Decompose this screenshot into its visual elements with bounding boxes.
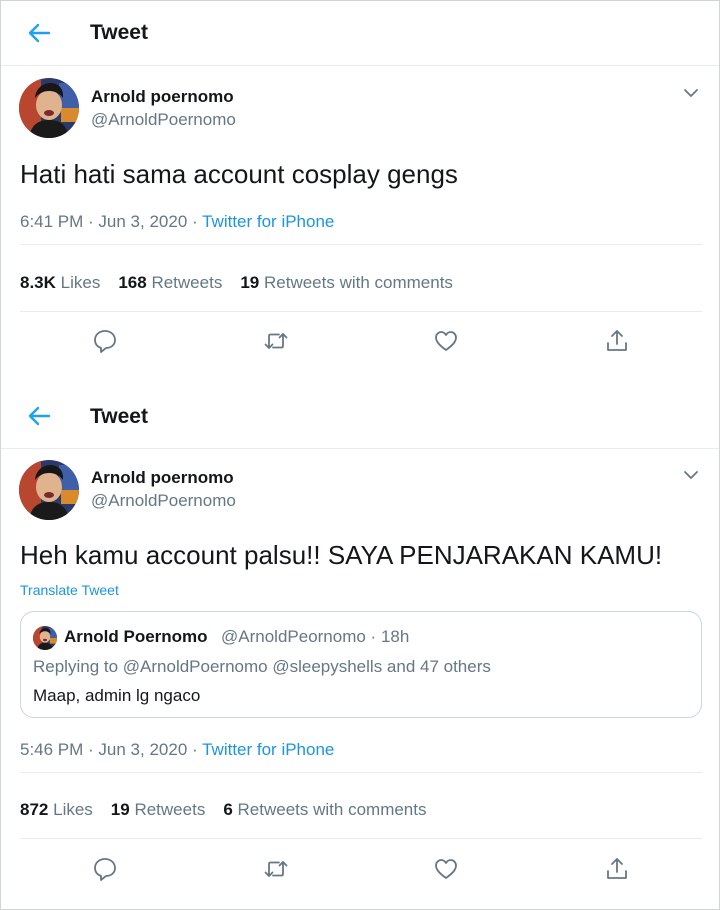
author-name[interactable]: Arnold poernomo xyxy=(91,468,234,488)
likes-label: Likes xyxy=(60,273,101,292)
quoted-author-name: Arnold Poernomo xyxy=(64,627,208,646)
retweets-count: 19 xyxy=(110,800,130,819)
tweet-header: Tweet xyxy=(1,382,719,449)
retweet-icon[interactable] xyxy=(263,856,289,882)
divider xyxy=(20,311,702,312)
tweet-meta: 5:46 PM · Jun 3, 2020 · Twitter for iPho… xyxy=(20,740,335,759)
tweet-time: 5:46 PM xyxy=(20,740,84,759)
back-arrow-icon[interactable] xyxy=(27,23,51,43)
rwc-count: 6 xyxy=(223,800,233,819)
likes-stat[interactable]: 8.3K Likes xyxy=(20,273,100,292)
retweets-with-comments-stat[interactable]: 6 Retweets with comments xyxy=(223,800,426,819)
rwc-label: Retweets with comments xyxy=(237,800,427,819)
retweets-with-comments-stat[interactable]: 19 Retweets with comments xyxy=(240,273,453,292)
screenshot-frame: Tweet Arnold poernomo @ArnoldPoernomo Ha… xyxy=(0,0,720,910)
like-icon[interactable] xyxy=(433,856,459,882)
retweets-stat[interactable]: 168 Retweets xyxy=(118,273,222,292)
divider xyxy=(20,772,702,773)
retweets-label: Retweets xyxy=(151,273,223,292)
author-handle[interactable]: @ArnoldPoernomo xyxy=(91,491,236,511)
quoted-tweet[interactable]: Arnold Poernomo @ArnoldPeornomo · 18h Re… xyxy=(20,611,702,718)
retweets-count: 168 xyxy=(118,273,147,292)
retweets-label: Retweets xyxy=(134,800,206,819)
likes-count: 872 xyxy=(20,800,49,819)
tweet-meta: 6:41 PM · Jun 3, 2020 · Twitter for iPho… xyxy=(20,212,335,231)
tweet-source[interactable]: Twitter for iPhone xyxy=(202,212,334,231)
tweet-time: 6:41 PM xyxy=(20,212,84,231)
likes-label: Likes xyxy=(53,800,93,819)
share-icon[interactable] xyxy=(604,328,630,354)
quoted-replying-to: Replying to @ArnoldPoernomo @sleepyshell… xyxy=(33,657,491,676)
tweet-date: Jun 3, 2020 xyxy=(98,212,188,231)
rwc-label: Retweets with comments xyxy=(263,273,453,292)
rwc-count: 19 xyxy=(240,273,260,292)
quoted-handle-time: @ArnoldPeornomo · 18h xyxy=(221,627,410,646)
likes-stat[interactable]: 872 Likes xyxy=(20,800,93,819)
reply-icon[interactable] xyxy=(92,328,118,354)
back-arrow-icon[interactable] xyxy=(27,406,51,426)
header-title: Tweet xyxy=(90,405,148,428)
chevron-down-icon[interactable] xyxy=(683,88,699,98)
tweet-panel-2: Tweet Arnold poernomo @ArnoldPoernomo He… xyxy=(1,382,719,909)
author-name[interactable]: Arnold poernomo xyxy=(91,87,234,107)
tweet-text: Heh kamu account palsu!! SAYA PENJARAKAN… xyxy=(20,540,663,570)
likes-count: 8.3K xyxy=(20,273,56,292)
tweet-panel-1: Tweet Arnold poernomo @ArnoldPoernomo Ha… xyxy=(1,1,719,381)
avatar[interactable] xyxy=(19,460,79,520)
header-title: Tweet xyxy=(90,21,148,44)
tweet-source[interactable]: Twitter for iPhone xyxy=(202,740,334,759)
like-icon[interactable] xyxy=(433,328,459,354)
retweets-stat[interactable]: 19 Retweets xyxy=(111,800,206,819)
divider xyxy=(20,838,702,839)
author-handle[interactable]: @ArnoldPoernomo xyxy=(91,110,236,130)
quoted-text: Maap, admin lg ngaco xyxy=(33,686,201,705)
tweet-stats: 872 Likes 19 Retweets 6 Retweets with comm… xyxy=(20,800,444,820)
reply-icon[interactable] xyxy=(92,856,118,882)
tweet-date: Jun 3, 2020 xyxy=(98,740,188,759)
avatar[interactable] xyxy=(19,78,79,138)
chevron-down-icon[interactable] xyxy=(683,470,699,480)
tweet-header: Tweet xyxy=(1,1,719,66)
divider xyxy=(20,244,702,245)
tweet-text: Hati hati sama account cosplay gengs xyxy=(20,159,458,189)
quoted-avatar xyxy=(33,626,57,650)
tweet-stats: 8.3K Likes 168 Retweets 19 Retweets with c… xyxy=(20,273,471,293)
tweet-actions xyxy=(1,856,719,886)
retweet-icon[interactable] xyxy=(263,328,289,354)
share-icon[interactable] xyxy=(604,856,630,882)
tweet-actions xyxy=(1,328,719,358)
translate-tweet-link[interactable]: Translate Tweet xyxy=(20,582,119,598)
